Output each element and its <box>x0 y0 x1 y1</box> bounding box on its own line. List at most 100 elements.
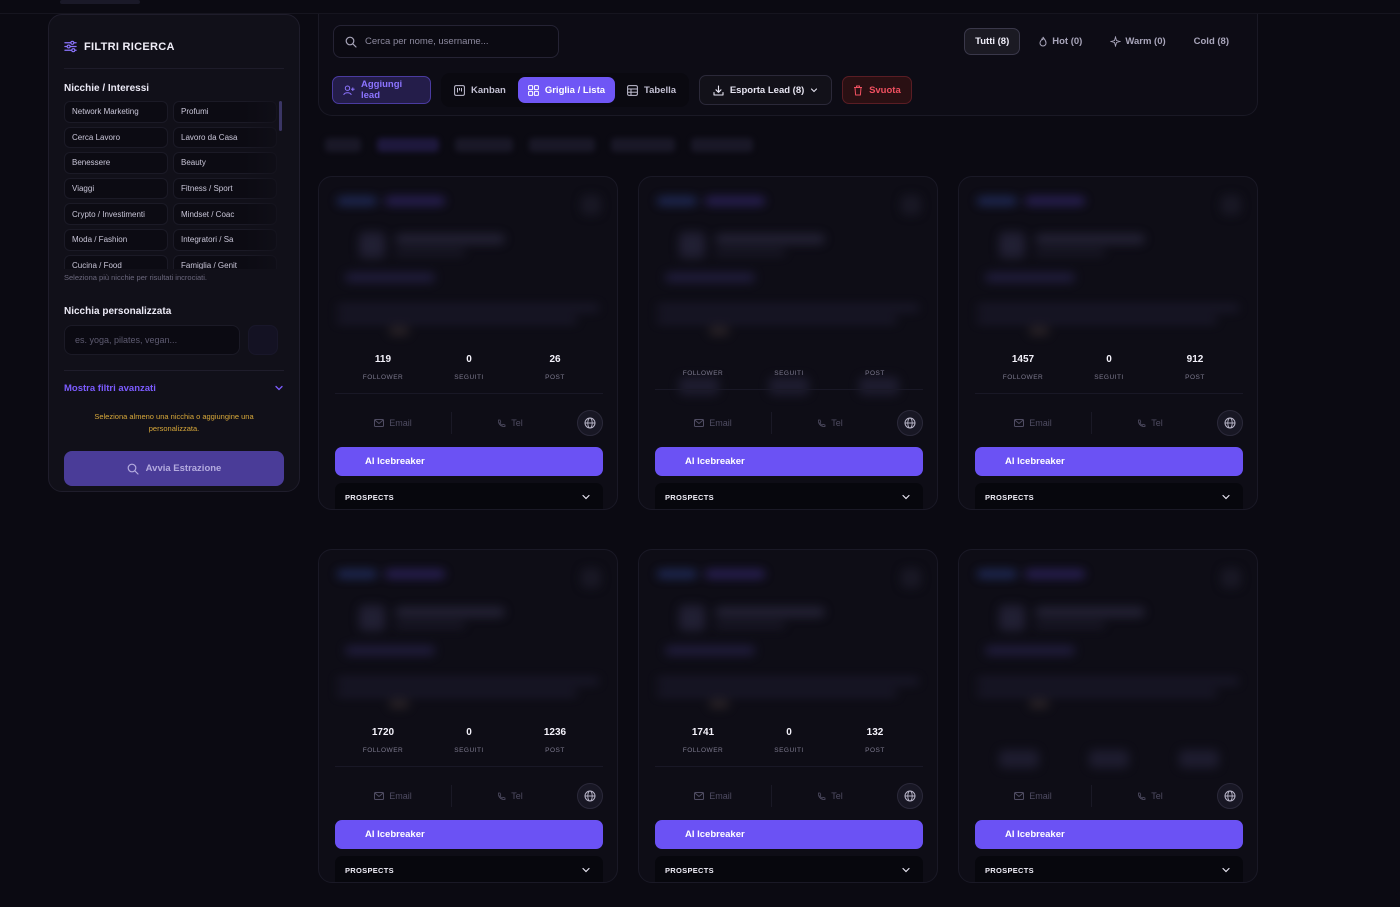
niche-chip[interactable]: Crypto / Investimenti <box>64 203 168 225</box>
post-label: POST <box>545 747 565 754</box>
filter-hot[interactable]: Hot (0) <box>1028 28 1092 55</box>
ai-icebreaker-button[interactable]: AI Icebreaker <box>975 820 1243 849</box>
website-button[interactable] <box>1217 410 1243 436</box>
phone-icon <box>817 419 826 428</box>
lead-card-blurred-profile <box>319 550 617 730</box>
contact-row: Email Tel <box>975 782 1243 810</box>
filter-all[interactable]: Tutti (8) <box>964 28 1021 55</box>
custom-niche-label: Nicchia personalizzata <box>64 306 172 317</box>
email-button[interactable]: Email <box>655 782 771 810</box>
start-extraction-button[interactable]: Avvia Estrazione <box>64 451 284 486</box>
chevron-down-icon <box>901 492 911 502</box>
mail-icon <box>1014 419 1025 427</box>
grid-icon <box>527 84 539 96</box>
niche-chip[interactable]: Network Marketing <box>64 101 168 123</box>
phone-icon <box>1137 792 1146 801</box>
niche-chip[interactable]: Moda / Fashion <box>64 228 168 251</box>
ai-icebreaker-button[interactable]: AI Icebreaker <box>975 447 1243 476</box>
custom-niche-input[interactable] <box>64 325 240 355</box>
following-label: SEGUITI <box>774 747 804 754</box>
search-box[interactable] <box>333 25 559 58</box>
lead-card[interactable]: Email Tel AI Icebreaker PROSPECTS <box>958 549 1258 883</box>
niches-label: Nicchie / Interessi <box>64 83 150 94</box>
view-table-button[interactable]: Tabella <box>617 77 686 103</box>
view-kanban-button[interactable]: Kanban <box>444 77 516 103</box>
globe-icon <box>584 417 596 429</box>
filter-cold[interactable]: Cold (8) <box>1184 28 1239 55</box>
following-count: 0 <box>466 727 472 738</box>
phone-button[interactable]: Tel <box>452 409 568 437</box>
email-button[interactable]: Email <box>335 409 451 437</box>
export-label: Esporta Lead (8) <box>729 84 805 96</box>
website-button[interactable] <box>1217 783 1243 809</box>
sparkle-icon <box>1110 36 1122 47</box>
mail-icon <box>694 792 705 800</box>
lead-card[interactable]: 1741 FOLLOWER 0 SEGUITI 132 POST Email Tel … <box>638 549 938 883</box>
divider <box>64 370 284 371</box>
contact-row: Email Tel <box>335 409 603 437</box>
niche-chip[interactable]: Cucina / Food <box>64 254 168 269</box>
status-select[interactable]: PROSPECTS <box>335 856 603 882</box>
globe-icon <box>1224 790 1236 802</box>
ai-icebreaker-button[interactable]: AI Icebreaker <box>655 447 923 476</box>
niche-chip[interactable]: Cerca Lavoro <box>64 126 168 149</box>
status-label: PROSPECTS <box>345 865 394 875</box>
mail-icon <box>694 419 705 427</box>
lead-card-blurred-profile <box>319 177 617 357</box>
ai-icebreaker-button[interactable]: AI Icebreaker <box>335 820 603 849</box>
website-button[interactable] <box>897 783 923 809</box>
lead-card-blurred-profile <box>959 550 1257 768</box>
phone-button[interactable]: Tel <box>772 409 888 437</box>
globe-icon <box>1224 417 1236 429</box>
status-select[interactable]: PROSPECTS <box>975 483 1243 509</box>
filters-sidebar: FILTRI RICERCA Nicchie / Interessi Netwo… <box>48 14 300 492</box>
email-button[interactable]: Email <box>975 782 1091 810</box>
lead-stats: FOLLOWER SEGUITI POST <box>655 350 923 390</box>
export-leads-button[interactable]: Esporta Lead (8) <box>699 75 833 105</box>
search-input[interactable] <box>365 36 545 47</box>
status-select[interactable]: PROSPECTS <box>655 856 923 882</box>
ai-icebreaker-button[interactable]: AI Icebreaker <box>655 820 923 849</box>
lead-card[interactable]: FOLLOWER SEGUITI POST Email Tel AI Icebr… <box>638 176 938 510</box>
view-grid-button[interactable]: Griglia / Lista <box>517 77 616 103</box>
lead-stats: 1741 FOLLOWER 0 SEGUITI 132 POST <box>655 727 923 767</box>
add-lead-button[interactable]: Aggiungi lead <box>332 76 431 104</box>
status-select[interactable]: PROSPECTS <box>655 483 923 509</box>
lead-stats: 1457 FOLLOWER 0 SEGUITI 912 POST <box>975 354 1243 394</box>
clear-leads-button[interactable]: Svuota <box>842 76 912 104</box>
email-button[interactable]: Email <box>975 409 1091 437</box>
ai-icebreaker-button[interactable]: AI Icebreaker <box>335 447 603 476</box>
website-button[interactable] <box>577 410 603 436</box>
search-icon <box>345 36 357 48</box>
niche-chip[interactable]: Viaggi <box>64 177 168 200</box>
view-switcher: Kanban Griglia / Lista Tabella <box>441 73 690 107</box>
download-icon <box>713 84 724 96</box>
lead-card[interactable]: 1457 FOLLOWER 0 SEGUITI 912 POST Email Tel … <box>958 176 1258 510</box>
add-custom-niche-button[interactable] <box>248 325 278 355</box>
following-label: SEGUITI <box>454 747 484 754</box>
lead-card[interactable]: 1720 FOLLOWER 0 SEGUITI 1236 POST Email Tel… <box>318 549 618 883</box>
phone-button[interactable]: Tel <box>772 782 888 810</box>
website-button[interactable] <box>577 783 603 809</box>
phone-button[interactable]: Tel <box>1092 409 1208 437</box>
phone-button[interactable]: Tel <box>1092 782 1208 810</box>
lead-stats: 119 FOLLOWER 0 SEGUITI 26 POST <box>335 354 603 394</box>
phone-button[interactable]: Tel <box>452 782 568 810</box>
advanced-filters-toggle[interactable]: Mostra filtri avanzati <box>64 381 284 395</box>
website-button[interactable] <box>897 410 923 436</box>
status-select[interactable]: PROSPECTS <box>975 856 1243 882</box>
filter-warm[interactable]: Warm (0) <box>1100 28 1175 55</box>
email-button[interactable]: Email <box>335 782 451 810</box>
status-select[interactable]: PROSPECTS <box>335 483 603 509</box>
follower-label: FOLLOWER <box>682 370 724 377</box>
status-label: PROSPECTS <box>665 492 714 502</box>
post-label: POST <box>1185 374 1205 381</box>
niche-chip[interactable]: Benessere <box>64 152 168 174</box>
niche-scrollbar[interactable] <box>279 101 282 131</box>
blurred-tabs <box>325 138 753 152</box>
lead-card[interactable]: 119 FOLLOWER 0 SEGUITI 26 POST Email Tel AI… <box>318 176 618 510</box>
lead-card-blurred-profile <box>639 550 937 730</box>
email-button[interactable]: Email <box>655 409 771 437</box>
start-extraction-label: Avvia Estrazione <box>145 463 222 474</box>
niche-list[interactable]: Network Marketing Profumi Cerca Lavoro Lavo… <box>64 101 284 269</box>
